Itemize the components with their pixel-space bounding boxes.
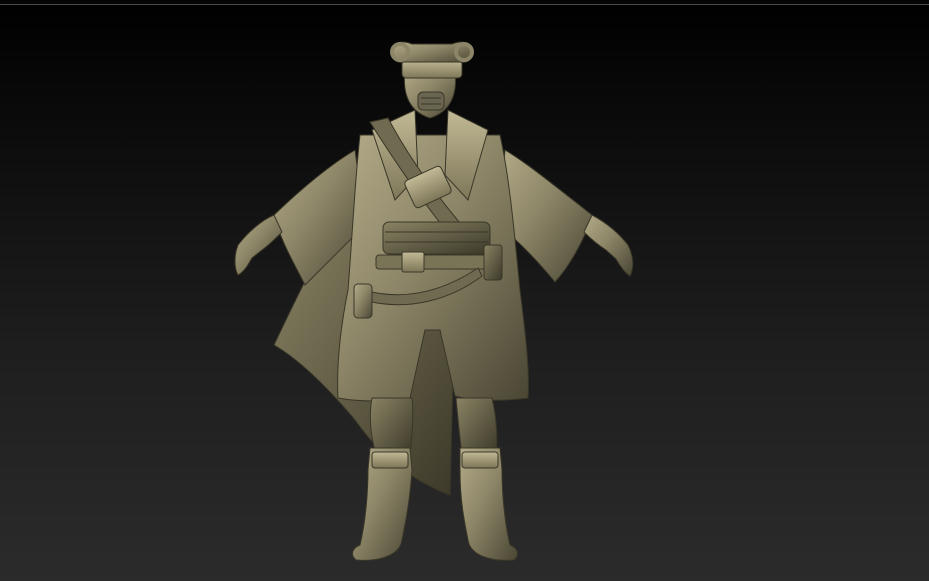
visor — [401, 59, 463, 79]
holster — [353, 283, 373, 319]
left-hand — [234, 214, 283, 276]
belt-pouch — [483, 244, 503, 281]
right-hand — [583, 214, 634, 277]
right-boot-cuff — [461, 451, 499, 469]
waist-wrap — [382, 221, 491, 255]
right-leg — [455, 397, 498, 456]
left-boot-cuff — [371, 451, 409, 469]
belt-buckle — [401, 251, 425, 273]
belt — [375, 254, 492, 270]
mask-grille — [417, 91, 445, 111]
left-leg — [369, 397, 414, 456]
sculpted-character-model[interactable] — [0, 0, 929, 581]
3d-viewport[interactable] — [0, 0, 929, 581]
